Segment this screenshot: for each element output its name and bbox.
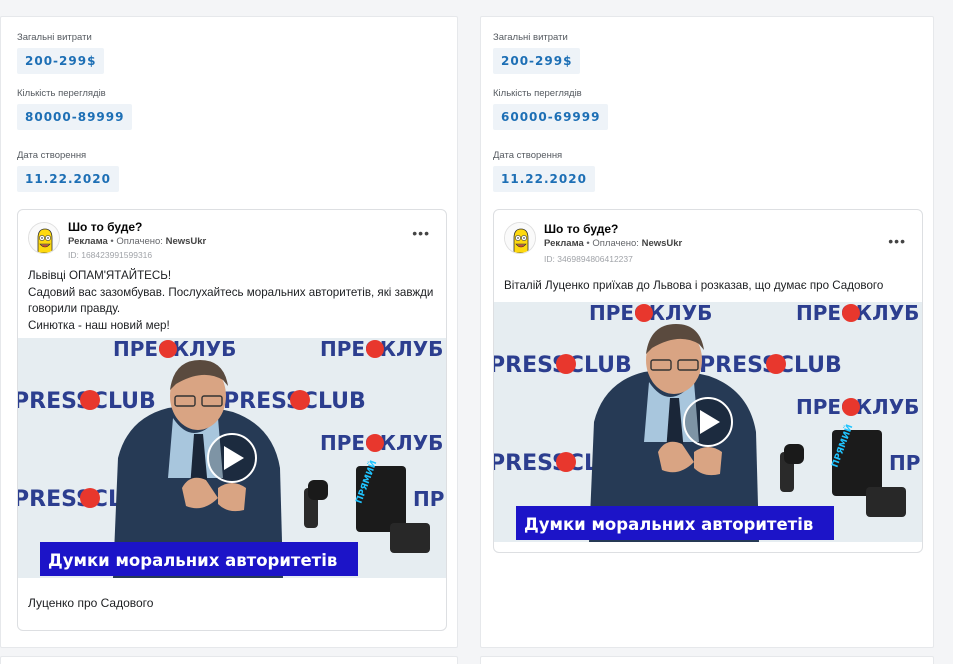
paid-by-prefix: • Оплачено: [586,238,639,249]
video-thumbnail[interactable]: ПРЕСКЛУБ ПРЕСКЛУБ PRESSCLUB PRESSCLUB PR… [18,338,446,578]
views-label: Кількість переглядів [17,88,106,99]
spend-value: 200-299$ [493,48,581,74]
video-banner: Думки моральних авторитетів [524,515,813,534]
paid-by-name: NewsUkr [165,236,207,247]
ad-text: Львівці ОПАМ'ЯТАЙТЕСЬ! Садовий вас зазом… [28,268,436,334]
play-icon[interactable] [207,433,257,483]
sponsor-line: Реклама • Оплачено: NewsUkr [68,236,206,247]
ad-text-line: Львівці ОПАМ'ЯТАЙТЕСЬ! [28,269,172,282]
more-horizontal-icon[interactable]: ••• [412,226,430,240]
views-value: 80000-89999 [17,104,133,130]
page-name[interactable]: Шо то буде? [68,220,142,234]
ad-id: ID: 168423991599316 [68,250,153,260]
spend-label: Загальні витрати [17,32,92,43]
ad-card: Загальні витрати 200-299$ Кількість пере… [0,16,458,648]
ad-text-line: Синютка - наш новий мер! [28,318,170,332]
sponsor-line: Реклама • Оплачено: NewsUkr [544,238,682,249]
spend-value: 200-299$ [17,48,105,74]
date-value: 11.22.2020 [17,166,119,192]
date-value: 11.22.2020 [493,166,595,192]
homer-avatar-icon[interactable] [28,222,60,254]
date-label: Дата створення [17,150,87,161]
ad-preview: Шо то буде? Реклама • Оплачено: NewsUkr … [493,209,923,553]
ad-card-partial [480,656,934,664]
views-label: Кількість переглядів [493,88,582,99]
video-banner: Думки моральних авторитетів [48,551,337,570]
ad-preview: Шо то буде? Реклама • Оплачено: NewsUkr … [17,209,447,631]
video-caption: Луценко про Садового [28,596,154,610]
paid-by-prefix: • Оплачено: [110,236,163,247]
page-name[interactable]: Шо то буде? [544,222,618,236]
ad-text-line: Віталій Луценко приїхав до Львова і розк… [504,279,884,292]
ad-card: Загальні витрати 200-299$ Кількість пере… [480,16,934,648]
views-value: 60000-69999 [493,104,609,130]
press-logo: ПРЕСКЛУБ [413,487,446,511]
more-horizontal-icon[interactable]: ••• [888,234,906,248]
ad-text: Віталій Луценко приїхав до Львова і розк… [504,278,912,295]
ad-card-partial [0,656,458,664]
ad-text-line: Садовий вас зазомбував. Послухайтесь мор… [28,285,434,316]
homer-avatar-icon[interactable] [504,222,536,254]
sponsored-label: Реклама [544,238,584,249]
spend-label: Загальні витрати [493,32,568,43]
play-icon[interactable] [683,397,733,447]
date-label: Дата створення [493,150,563,161]
press-logo: ПРЕСКЛУБ [889,451,922,475]
video-thumbnail[interactable]: ПРЕСКЛУБ ПРЕСКЛУБ PRESSCLUB PRESSCLUB PR… [494,302,922,542]
paid-by-name: NewsUkr [641,238,683,249]
sponsored-label: Реклама [68,236,108,247]
ad-id: ID: 3469894806412237 [544,254,633,264]
